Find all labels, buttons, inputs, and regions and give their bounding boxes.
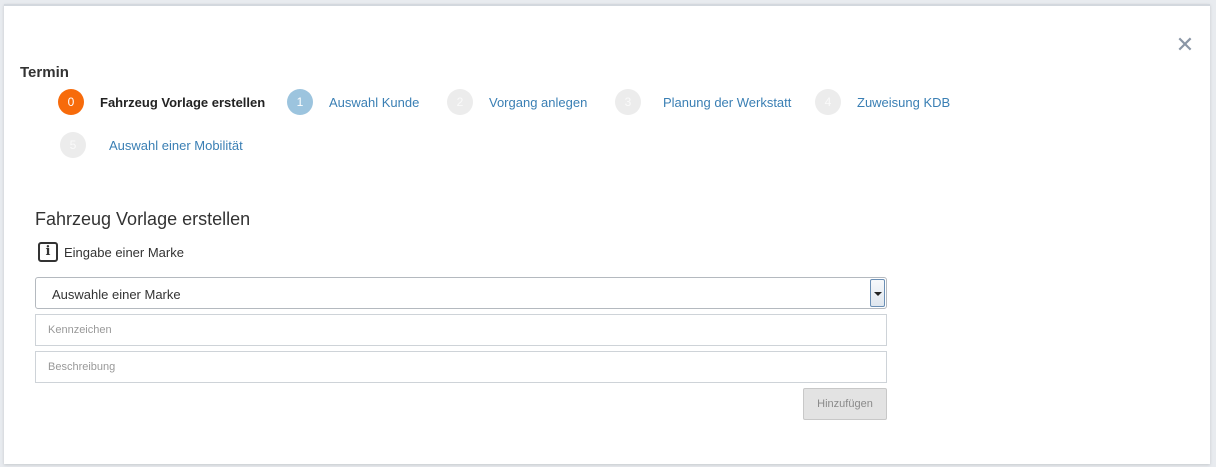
step-label: Auswahl einer Mobilität [109,137,243,153]
step-number: 4 [815,89,841,115]
close-icon[interactable]: ✕ [1174,34,1196,56]
step-5[interactable]: 5 Auswahl einer Mobilität [60,131,243,159]
step-number: 3 [615,89,641,115]
chevron-down-icon[interactable] [870,279,885,307]
section-title: Fahrzeug Vorlage erstellen [35,209,251,229]
brand-select[interactable]: Auswahle einer Marke [35,277,887,309]
info-row: i Eingabe einer Marke [38,242,184,262]
info-icon: i [38,242,58,262]
step-label: Fahrzeug Vorlage erstellen [100,94,266,110]
step-number: 0 [58,89,84,115]
step-number: 5 [60,132,86,158]
step-0[interactable]: 0 Fahrzeug Vorlage erstellen [58,88,265,116]
step-4[interactable]: 4 Zuweisung KDB [815,88,950,116]
info-text: Eingabe einer Marke [64,244,184,260]
license-plate-input[interactable] [35,314,887,346]
step-number: 1 [287,89,313,115]
add-button[interactable]: Hinzufügen [803,388,887,420]
step-2[interactable]: 2 Vorgang anlegen [447,88,587,116]
description-input[interactable] [35,351,887,383]
step-label: Zuweisung KDB [857,94,951,110]
step-label: Planung der Werkstatt [663,94,792,110]
step-number: 2 [447,89,473,115]
step-label: Auswahl Kunde [329,94,420,110]
step-label: Vorgang anlegen [489,94,588,110]
step-1[interactable]: 1 Auswahl Kunde [287,88,419,116]
dialog-title: Termin [20,64,69,81]
brand-select-value: Auswahle einer Marke [52,287,181,302]
dialog: ✕ Termin 0 Fahrzeug Vorlage erstellen 1 … [4,4,1210,464]
step-3[interactable]: 3 Planung der Werkstatt [615,88,791,116]
